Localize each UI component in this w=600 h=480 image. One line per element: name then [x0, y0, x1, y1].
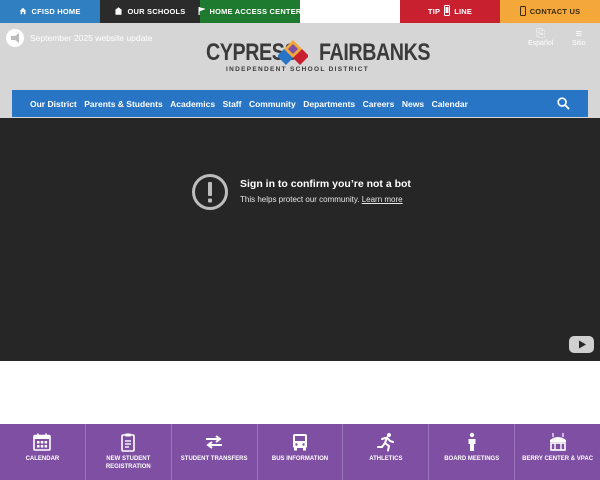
nav-academics[interactable]: Academics	[170, 99, 215, 109]
cfisd-home-link[interactable]: CFISD HOME	[0, 0, 100, 23]
site-menu-button[interactable]: ≡ Sitio	[572, 28, 586, 47]
quick-link-bus-information[interactable]: BUS INFORMATION	[258, 424, 344, 480]
tip-line-label-left: TIP	[427, 7, 441, 16]
contact-us-label: CONTACT US	[529, 7, 581, 16]
utility-spacer	[300, 0, 400, 23]
home-icon	[19, 7, 27, 17]
quick-link-label: NEW STUDENT REGISTRATION	[105, 456, 151, 470]
translate-label: Español	[528, 40, 554, 47]
quick-link-label: BOARD MEETINGS	[444, 456, 500, 462]
contact-us-link[interactable]: CONTACT US	[500, 0, 600, 23]
video-embed[interactable]: Sign in to confirm you’re not a bot This…	[0, 118, 600, 361]
speaker-person-icon	[468, 432, 476, 451]
translate-button[interactable]: ⎘ Español	[528, 28, 553, 47]
search-icon[interactable]	[557, 97, 570, 110]
bus-icon	[293, 434, 307, 451]
logo-subtitle: INDEPENDENT SCHOOL DISTRICT	[226, 66, 369, 73]
our-schools-label: OUR SCHOOLS	[127, 7, 186, 16]
nav-departments[interactable]: Departments	[303, 99, 355, 109]
warning-icon	[192, 174, 228, 210]
phone-icon	[444, 5, 451, 18]
nav-calendar[interactable]: Calendar	[432, 99, 468, 109]
cfisd-home-label: CFISD HOME	[31, 7, 81, 16]
video-error-title: Sign in to confirm you’re not a bot	[240, 178, 411, 190]
content-spacer	[0, 361, 600, 424]
clipboard-icon	[121, 433, 136, 452]
quick-link-new-student-registration[interactable]: NEW STUDENT REGISTRATION	[86, 424, 172, 480]
nav-our-district[interactable]: Our District	[30, 99, 77, 109]
quick-link-calendar[interactable]: CALENDAR	[0, 424, 86, 480]
home-access-center-link[interactable]: HOME ACCESS CENTER	[198, 0, 302, 23]
nav-parents-students[interactable]: Parents & Students	[84, 99, 162, 109]
nav-staff[interactable]: Staff	[223, 99, 242, 109]
nav-careers[interactable]: Careers	[363, 99, 395, 109]
quick-link-label: ATHLETICS	[369, 456, 403, 462]
site-alert[interactable]: September 2025 website update	[6, 29, 152, 47]
flag-icon	[198, 6, 207, 17]
transfer-arrows-icon	[206, 435, 223, 449]
diamond-logo-icon	[278, 40, 308, 65]
quick-link-label: STUDENT TRANSFERS	[180, 456, 248, 462]
video-error-text: This helps protect our community.	[240, 195, 360, 204]
tip-line-link[interactable]: TIP LINE	[400, 0, 500, 23]
menu-icon: ≡	[575, 28, 583, 40]
quick-link-athletics[interactable]: ATHLETICS	[343, 424, 430, 480]
tip-line-label-right: LINE	[454, 7, 473, 16]
nav-news[interactable]: News	[402, 99, 424, 109]
calendar-icon	[33, 433, 52, 451]
mobile-icon	[519, 5, 526, 18]
quick-links-bar: CALENDAR NEW STUDENT REGISTRATION STUDEN…	[0, 424, 600, 480]
site-menu-label: Sitio	[572, 40, 586, 47]
quick-link-student-transfers[interactable]: STUDENT TRANSFERS	[172, 424, 258, 480]
our-schools-link[interactable]: OUR SCHOOLS	[100, 0, 200, 23]
district-logo[interactable]: CYPRESS FAIRBANKS INDEPENDENT SCHOOL DIS…	[206, 39, 431, 75]
translate-icon: ⎘	[536, 28, 546, 40]
runner-icon	[376, 433, 394, 452]
quick-link-label: BERRY CENTER & VPAC	[522, 456, 594, 462]
video-error-subtitle: This helps protect our community. Learn …	[240, 195, 403, 204]
alert-text: September 2025 website update	[30, 33, 153, 43]
logo-word-fairbanks: FAIRBANKS	[319, 39, 431, 66]
school-icon	[114, 6, 123, 17]
utility-bar: CFISD HOME OUR SCHOOLS HOME ACCESS CENTE…	[0, 0, 600, 23]
nav-community[interactable]: Community	[249, 99, 296, 109]
megaphone-icon	[6, 29, 24, 47]
learn-more-link[interactable]: Learn more	[362, 195, 403, 204]
quick-link-board-meetings[interactable]: BOARD MEETINGS	[429, 424, 516, 480]
quick-link-berry-center-vpac[interactable]: BERRY CENTER & VPAC	[515, 424, 600, 480]
quick-link-label: CALENDAR	[25, 456, 60, 462]
quick-link-label: BUS INFORMATION	[271, 456, 329, 462]
stadium-icon	[549, 433, 566, 451]
youtube-logo-icon[interactable]	[569, 336, 594, 353]
main-navigation: Our District Parents & Students Academic…	[12, 90, 588, 117]
home-access-center-label: HOME ACCESS CENTER	[209, 7, 302, 16]
